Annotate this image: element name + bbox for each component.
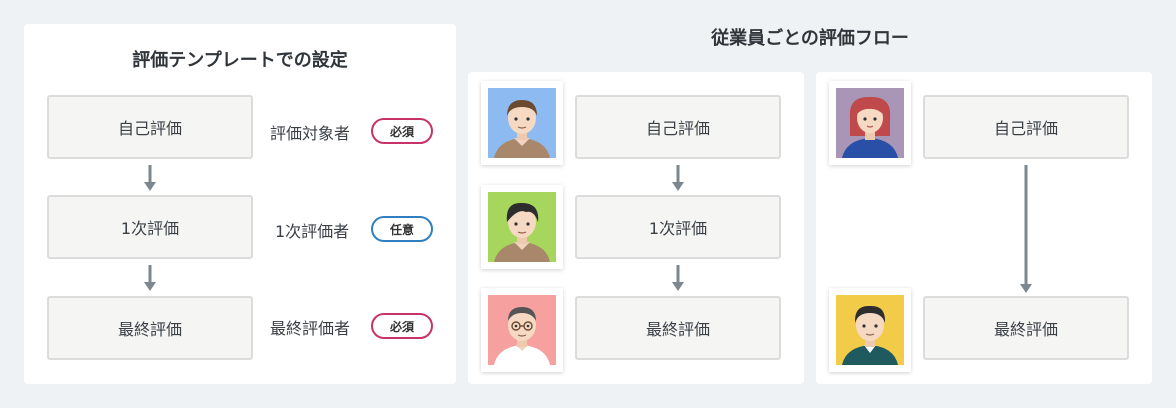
arrow-down-icon (1020, 165, 1032, 293)
role-label-subject: 評価対象者 (270, 124, 351, 143)
person-avatar-icon (488, 295, 556, 365)
required-badge: 必須 (371, 118, 433, 144)
person-avatar-icon (488, 88, 556, 158)
person-avatar-icon (836, 88, 904, 158)
person-avatar-icon (836, 295, 904, 365)
arrow-down-icon (144, 165, 156, 191)
avatar (481, 81, 563, 165)
flow-a-step-final: 最終評価 (575, 296, 781, 360)
flow-b-step-final: 最終評価 (923, 296, 1129, 360)
employee-flow-b-panel: 自己評価 最終評価 (816, 72, 1152, 384)
role-label-first-evaluator: 1次評価者 (275, 222, 350, 241)
template-step-self: 自己評価 (47, 95, 253, 159)
person-avatar-icon (488, 192, 556, 262)
role-label-final-evaluator: 最終評価者 (270, 319, 351, 338)
arrow-down-icon (144, 265, 156, 291)
template-panel: 評価テンプレートでの設定 自己評価 1次評価 最終評価 評価対象者 必須 1次評… (24, 24, 456, 384)
template-step-final: 最終評価 (47, 296, 253, 360)
template-panel-title: 評価テンプレートでの設定 (132, 50, 348, 71)
avatar (829, 288, 911, 372)
required-badge: 必須 (371, 313, 433, 339)
employee-flow-a-panel: 自己評価 1次評価 最終評価 (468, 72, 804, 384)
flow-a-step-first: 1次評価 (575, 195, 781, 259)
template-step-first: 1次評価 (47, 195, 253, 259)
avatar (481, 288, 563, 372)
arrow-down-icon (672, 265, 684, 291)
flow-b-step-self: 自己評価 (923, 95, 1129, 159)
avatar (829, 81, 911, 165)
optional-badge: 任意 (371, 216, 433, 242)
employee-flow-title: 従業員ごとの評価フロー (711, 28, 909, 49)
arrow-down-icon (672, 165, 684, 191)
avatar (481, 185, 563, 269)
flow-a-step-self: 自己評価 (575, 95, 781, 159)
